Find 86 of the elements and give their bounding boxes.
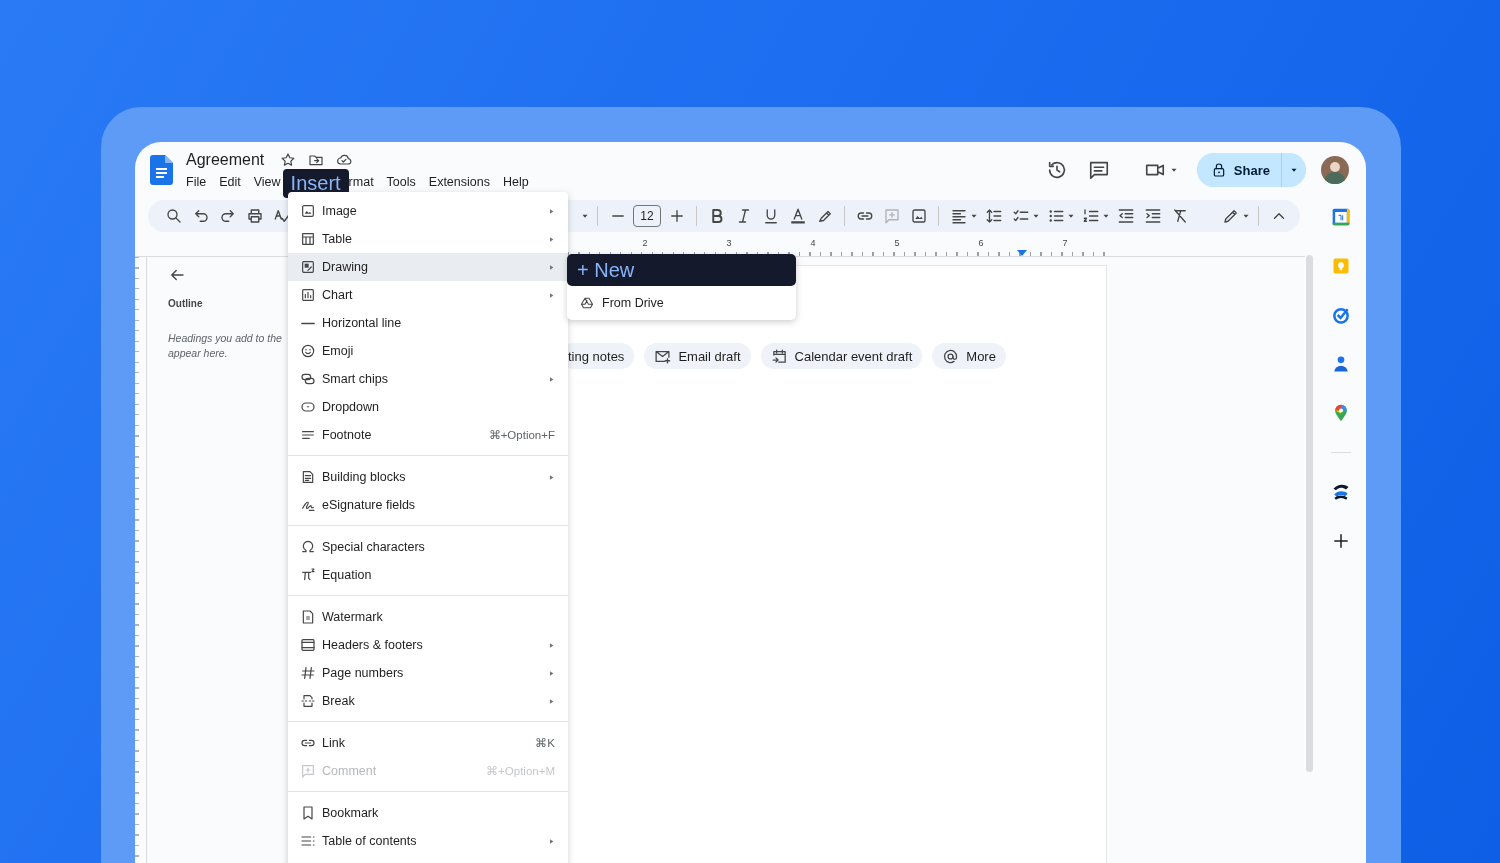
- menu-item[interactable]: Link ⌘K: [288, 729, 568, 757]
- add-app-icon[interactable]: [1331, 531, 1351, 551]
- calendar-icon: [770, 347, 788, 365]
- at-sign-icon: [942, 347, 960, 365]
- document-icon: [300, 609, 316, 625]
- menu-item[interactable]: From Drive: [567, 286, 796, 320]
- menu-item[interactable]: Tools: [386, 175, 416, 189]
- outline-title: Outline: [168, 298, 204, 309]
- menu-item[interactable]: Footnote ⌘+Option+F: [288, 421, 568, 449]
- search-icon[interactable]: [164, 207, 183, 225]
- page-break-icon: [300, 693, 316, 709]
- template-chip[interactable]: Calendar event draft: [760, 343, 923, 369]
- document-icon[interactable]: [150, 155, 173, 185]
- menu-item[interactable]: Table of contents: [288, 827, 568, 855]
- cloud-status-icon[interactable]: [336, 152, 353, 168]
- chart-icon: [300, 287, 316, 303]
- menu-item[interactable]: Image: [288, 197, 568, 225]
- header-footer-icon: [300, 637, 316, 653]
- hash-icon: [300, 665, 316, 681]
- drawing-icon: [300, 259, 316, 275]
- menu-item[interactable]: Dropdown: [288, 393, 568, 421]
- menu-item[interactable]: Horizontal line: [288, 309, 568, 337]
- menu-item[interactable]: + New: [567, 254, 796, 286]
- template-chip[interactable]: More: [932, 343, 1006, 369]
- menu-item[interactable]: Building blocks: [288, 463, 568, 491]
- menu-item[interactable]: Special characters: [288, 533, 568, 561]
- ruler-number: 4: [809, 237, 817, 250]
- menu-item[interactable]: eSignature fields: [288, 491, 568, 519]
- text-color-icon[interactable]: [788, 207, 807, 225]
- outline-hint: Headings you add to the appear here.: [168, 331, 283, 361]
- pencil-icon[interactable]: [1221, 207, 1240, 225]
- ruler-number: 6: [977, 237, 985, 250]
- increase-indent-icon[interactable]: [1143, 207, 1162, 225]
- menu-item[interactable]: Page numbers: [288, 659, 568, 687]
- menu-item[interactable]: rmat: [348, 175, 374, 189]
- dropdown-icon: [300, 399, 316, 415]
- menu-item[interactable]: Chart: [288, 281, 568, 309]
- bookmark-icon: [300, 805, 316, 821]
- line-spacing-icon[interactable]: [984, 207, 1003, 225]
- menu-item[interactable]: Extensions: [428, 175, 490, 189]
- font-size-field[interactable]: 12: [633, 205, 661, 227]
- ruler-number: 2: [641, 237, 649, 250]
- ruler-number: 3: [725, 237, 733, 250]
- menu-item[interactable]: Edit: [219, 175, 241, 189]
- menu-item[interactable]: Bookmark: [288, 799, 568, 827]
- avatar[interactable]: [1321, 156, 1349, 184]
- table-icon: [300, 231, 316, 247]
- ruler-number: 7: [1061, 237, 1069, 250]
- image-icon: [300, 203, 316, 219]
- contacts-app-icon[interactable]: [1331, 354, 1351, 374]
- menu-item[interactable]: Watermark: [288, 603, 568, 631]
- print-icon[interactable]: [245, 207, 264, 225]
- image-icon[interactable]: [909, 207, 928, 225]
- menu-item[interactable]: Table: [288, 225, 568, 253]
- horizontal-line-icon: [301, 321, 315, 325]
- scrollbar[interactable]: [1306, 255, 1313, 772]
- menu-item[interactable]: Headers & footers: [288, 631, 568, 659]
- app-icon[interactable]: [1331, 482, 1351, 502]
- calendar-app-icon[interactable]: [1331, 207, 1351, 227]
- list-icon: [300, 833, 316, 849]
- add-comment-icon: [300, 763, 316, 779]
- chips-icon: [300, 371, 316, 387]
- menu-item[interactable]: File: [186, 175, 207, 189]
- decrease-indent-icon[interactable]: [1116, 207, 1135, 225]
- indent-marker-icon[interactable]: [1017, 250, 1027, 256]
- pi-icon: [300, 567, 316, 583]
- omega-icon: [300, 539, 316, 555]
- star-icon[interactable]: [280, 152, 297, 168]
- menu-item[interactable]: Equation: [288, 561, 568, 589]
- numbered-list-icon[interactable]: [1081, 207, 1100, 225]
- menu-item[interactable]: Drawing: [288, 253, 568, 281]
- spellcheck-icon[interactable]: [272, 207, 291, 225]
- document-title[interactable]: Agreement: [186, 151, 265, 169]
- move-folder-icon[interactable]: [308, 152, 325, 168]
- comments-icon[interactable]: [1087, 159, 1110, 181]
- menu-item[interactable]: View: [253, 175, 281, 189]
- document-icon: [300, 469, 316, 485]
- drive-icon: [580, 296, 594, 310]
- align-left-icon[interactable]: [949, 207, 968, 225]
- emoji-icon: [300, 343, 316, 359]
- ruler-number: 5: [893, 237, 901, 250]
- menu-item[interactable]: Help: [502, 175, 529, 189]
- tasks-app-icon[interactable]: [1331, 305, 1351, 325]
- menu-item[interactable]: Break: [288, 687, 568, 715]
- redo-icon[interactable]: [218, 207, 237, 225]
- template-chip[interactable]: Email draft: [644, 343, 751, 369]
